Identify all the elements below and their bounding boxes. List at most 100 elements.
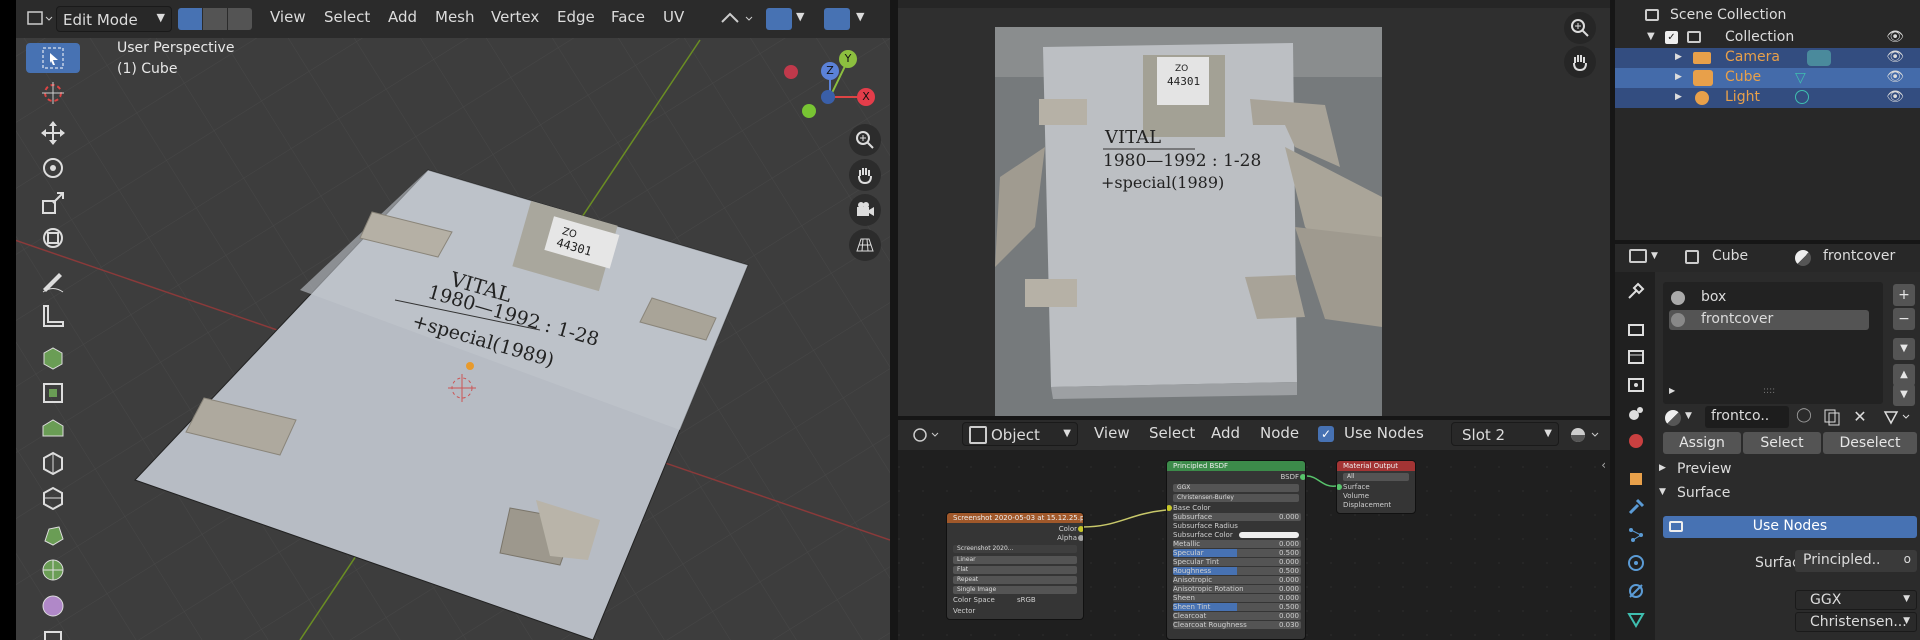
assign-button[interactable]: Assign xyxy=(1663,432,1741,454)
surface-shader-field[interactable]: Principled.. o xyxy=(1795,550,1917,572)
outliner[interactable]: Scene Collection ▼ ✓ Collection 👁 ▶ Came… xyxy=(1615,0,1920,240)
material-slot-frontcover[interactable]: frontcover xyxy=(1669,310,1869,330)
input-sheen-tint[interactable]: Sheen Tint 0.500 xyxy=(1173,603,1301,611)
loop-cut-tool[interactable] xyxy=(26,483,80,513)
node-menu-node[interactable]: Node xyxy=(1260,424,1299,442)
input-anisotropic-rotation[interactable]: Anisotropic Rotation 0.000 xyxy=(1173,585,1301,593)
transform-tool[interactable] xyxy=(26,223,80,253)
measure-tool[interactable] xyxy=(26,301,80,331)
slot-specials-button[interactable]: ▼ xyxy=(1893,338,1915,360)
list-expand-triangle-icon[interactable]: ▶ xyxy=(1669,386,1675,395)
projection-select[interactable]: Flat xyxy=(953,566,1077,574)
eye-icon[interactable]: 👁 xyxy=(1886,69,1904,85)
remove-slot-button[interactable]: − xyxy=(1893,308,1915,330)
base-color-socket[interactable] xyxy=(1167,505,1172,511)
render-tab[interactable] xyxy=(1623,316,1649,342)
input-specular-tint[interactable]: Specular Tint 0.000 xyxy=(1173,558,1301,566)
image-name-field[interactable]: Screenshot 2020... xyxy=(953,545,1077,553)
cursor-tool[interactable] xyxy=(26,78,80,108)
sss-method-dropdown[interactable]: Christensen... ▼ xyxy=(1795,612,1917,632)
scale-tool[interactable] xyxy=(26,188,80,218)
input-sheen[interactable]: Sheen 0.000 xyxy=(1173,594,1301,602)
surface-panel-header[interactable]: ▼ Surface xyxy=(1655,482,1920,506)
particles-tab[interactable] xyxy=(1623,522,1649,548)
ortho-grid-icon[interactable] xyxy=(849,229,881,261)
expand-triangle-icon[interactable]: ▶ xyxy=(1675,92,1682,102)
smooth-tool[interactable] xyxy=(26,590,80,620)
use-nodes-button[interactable]: Use Nodes xyxy=(1663,516,1917,538)
bevel-tool[interactable] xyxy=(26,448,80,478)
move-tool[interactable] xyxy=(26,118,80,148)
face-select-button[interactable] xyxy=(228,8,252,30)
viewport-3d[interactable]: ZO 44301 VITAL 1980—1992 : 1-28 +special… xyxy=(0,0,890,640)
add-cube-tool[interactable] xyxy=(26,343,80,373)
principled-bsdf-node[interactable]: Principled BSDF BSDF GGX Christensen-Bur… xyxy=(1166,460,1306,640)
shear-tool[interactable] xyxy=(26,623,80,640)
camera-view-icon[interactable] xyxy=(849,194,881,226)
output-target-select[interactable]: All xyxy=(1343,473,1409,481)
pan-hand-icon[interactable] xyxy=(1564,46,1596,78)
object-tab[interactable] xyxy=(1623,466,1649,492)
select-button[interactable]: Select xyxy=(1743,432,1821,454)
gizmo-z-axis[interactable]: Z xyxy=(821,62,839,80)
editor-type-icon[interactable] xyxy=(912,426,942,444)
pan-hand-icon[interactable] xyxy=(849,159,881,191)
menu-add[interactable]: Add xyxy=(388,8,417,26)
area-divider[interactable] xyxy=(890,0,898,640)
input-clearcoat[interactable]: Clearcoat 0.000 xyxy=(1173,612,1301,620)
sidebar-toggle-icon[interactable]: ‹ xyxy=(1601,458,1606,472)
inset-tool[interactable] xyxy=(26,413,80,443)
tool-settings-tab[interactable] xyxy=(1623,278,1649,304)
output-tab[interactable] xyxy=(1623,344,1649,370)
slot-dropdown[interactable]: Slot 2 ▼ xyxy=(1451,422,1559,446)
navigation-gizmo[interactable]: Y Z X xyxy=(775,45,885,125)
menu-uv[interactable]: UV xyxy=(663,8,684,26)
constraints-tab[interactable] xyxy=(1623,578,1649,604)
input-subsurface-color[interactable]: Subsurface Color xyxy=(1173,531,1301,539)
input-roughness[interactable]: Roughness 0.500 xyxy=(1173,567,1301,575)
source-select[interactable]: Single Image xyxy=(953,586,1077,594)
input-anisotropic[interactable]: Anisotropic 0.000 xyxy=(1173,576,1301,584)
annotate-tool[interactable] xyxy=(26,266,80,296)
menu-mesh[interactable]: Mesh xyxy=(435,8,475,26)
object-shader-dropdown[interactable]: Object ▼ xyxy=(962,422,1078,446)
area-divider[interactable] xyxy=(898,416,1610,420)
menu-edge[interactable]: Edge xyxy=(557,8,595,26)
input-base-color[interactable]: Base Color xyxy=(1173,504,1301,512)
input-subsurface-radius[interactable]: Subsurface Radius xyxy=(1173,522,1301,530)
outliner-item-light[interactable]: ▶ Light 👁 xyxy=(1615,88,1920,108)
modifier-tab[interactable] xyxy=(1623,494,1649,520)
image-editor[interactable]: ZO 44301 VITAL 1980—1992 : 1-28 +special… xyxy=(898,0,1610,418)
scene-collection-row[interactable]: Scene Collection xyxy=(1615,6,1920,26)
chevron-down-icon[interactable]: ▼ xyxy=(796,10,804,23)
material-browse-button[interactable]: ▼ xyxy=(1663,406,1703,428)
zoom-icon[interactable] xyxy=(849,124,881,156)
material-slot-box[interactable]: box xyxy=(1669,288,1877,308)
bsdf-output-socket[interactable] xyxy=(1300,474,1305,480)
expand-triangle-icon[interactable]: ▶ xyxy=(1675,52,1682,62)
move-slot-up-button[interactable]: ▲ xyxy=(1893,364,1915,386)
input-specular[interactable]: Specular 0.500 xyxy=(1173,549,1301,557)
image-texture-node[interactable]: Screenshot 2020-05-03 at 15.12.25.png Co… xyxy=(946,512,1084,620)
editor-type-icon[interactable] xyxy=(1629,249,1647,263)
list-resize-handle[interactable]: :::: xyxy=(1763,386,1775,396)
extension-select[interactable]: Repeat xyxy=(953,576,1077,584)
edge-select-button[interactable] xyxy=(203,8,227,30)
editor-type-icon[interactable] xyxy=(26,10,54,28)
proportional-edit-icon[interactable] xyxy=(824,8,850,30)
expand-triangle-icon[interactable]: ▶ xyxy=(1675,72,1682,82)
menu-view[interactable]: View xyxy=(270,8,306,26)
include-checkbox[interactable]: ✓ xyxy=(1665,31,1678,44)
input-clearcoat-roughness[interactable]: Clearcoat Roughness 0.030 xyxy=(1173,621,1301,629)
deselect-button[interactable]: Deselect xyxy=(1823,432,1917,454)
zoom-icon[interactable] xyxy=(1564,12,1596,44)
expand-triangle-icon[interactable]: ▼ xyxy=(1647,31,1655,42)
input-metallic[interactable]: Metallic 0.000 xyxy=(1173,540,1301,548)
view-layer-tab[interactable] xyxy=(1623,372,1649,398)
collection-row[interactable]: ▼ ✓ Collection 👁 xyxy=(1615,28,1920,48)
material-output-node[interactable]: Material Output All Surface Volume Displ… xyxy=(1336,460,1416,514)
poly-build-tool[interactable] xyxy=(26,520,80,550)
snap-icon[interactable] xyxy=(766,8,792,30)
preview-panel-header[interactable]: ▶ Preview xyxy=(1655,458,1920,482)
move-slot-down-button[interactable]: ▼ xyxy=(1893,384,1915,406)
